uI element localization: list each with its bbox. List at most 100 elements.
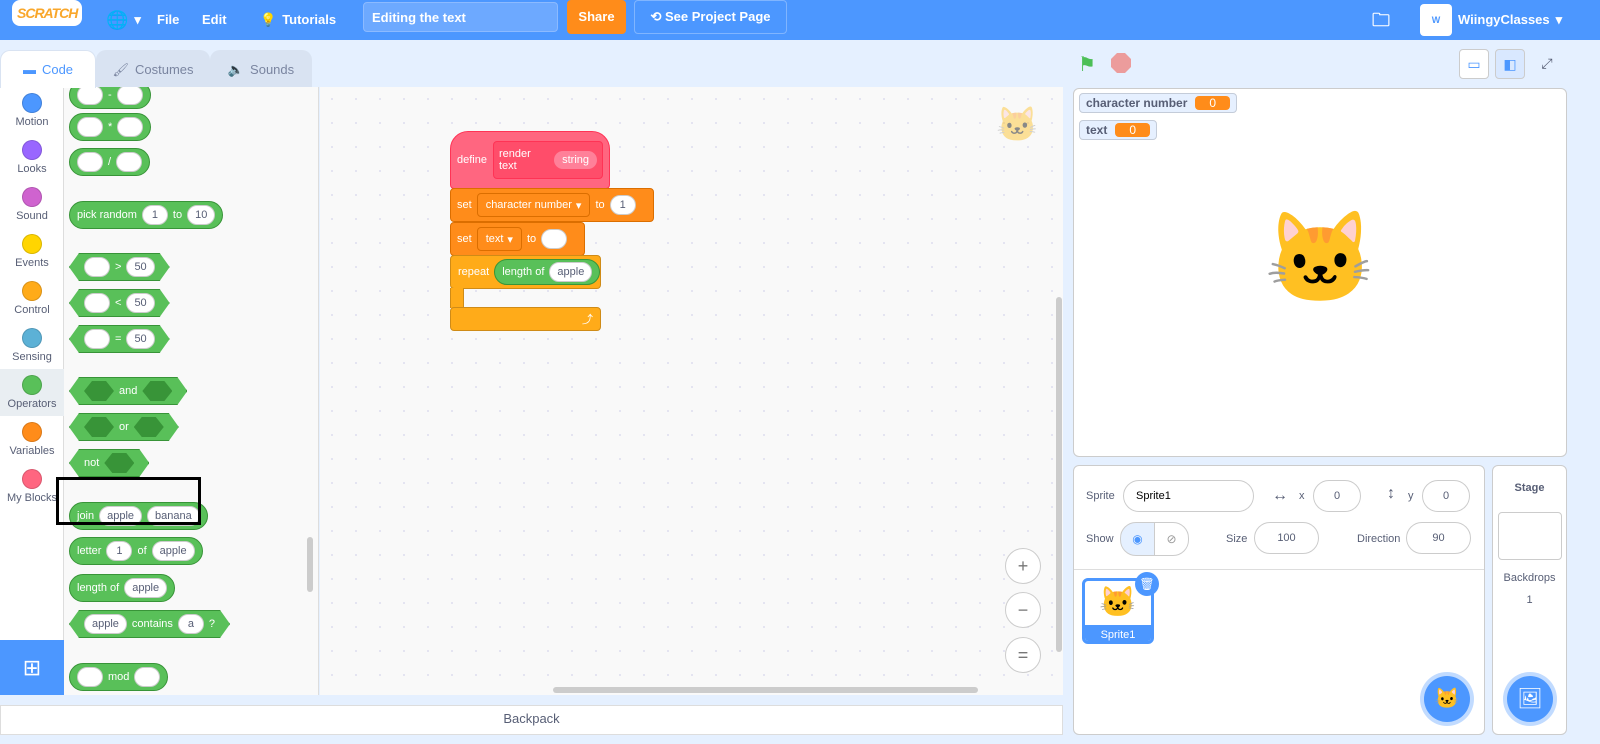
show-hidden-button[interactable]: ⊘ [1154,522,1189,556]
input-slot[interactable]: 10 [187,205,216,225]
input-slot[interactable] [84,329,110,349]
set-variable-block[interactable]: set character number ▾ to 1 [450,188,654,222]
stage[interactable]: character number 0 text 0 🐱 [1073,88,1567,457]
boolean-slot[interactable] [134,417,164,437]
input-slot[interactable]: 1 [141,205,168,225]
input-slot[interactable] [541,229,568,249]
block-greater-than[interactable]: >50 [69,253,170,281]
tab-sounds[interactable]: 🔈 Sounds [210,50,312,88]
block-equals[interactable]: = 50 [69,325,170,353]
input-slot[interactable] [77,152,103,172]
length-of-reporter[interactable]: length of apple [494,259,601,285]
input-slot[interactable]: 1 [106,541,133,561]
tab-code[interactable]: ▬ Code [0,50,96,88]
category-sensing[interactable]: Sensing [0,322,64,369]
tutorials-button[interactable]: 💡 Tutorials [260,0,336,40]
input-slot[interactable]: apple [84,614,127,634]
horizontal-scrollbar[interactable] [553,687,978,693]
x-input[interactable]: 0 [1313,480,1361,512]
stop-icon[interactable] [1111,53,1131,73]
zoom-out-button[interactable]: − [1005,592,1041,628]
direction-input[interactable]: 90 [1406,522,1471,554]
block-divide[interactable]: / [69,148,151,176]
category-control[interactable]: Control [0,275,64,322]
input-slot[interactable] [84,257,110,277]
input-slot[interactable]: 50 [126,329,154,349]
input-slot[interactable] [116,152,143,172]
see-project-page-button[interactable]: ⟲ See Project Page [634,0,787,34]
repeat-block[interactable]: repeat length of apple ⤴ [450,255,601,331]
block-letter-of[interactable]: letter 1 of apple [69,537,203,565]
category-operators[interactable]: Operators [0,369,64,416]
edit-menu[interactable]: Edit [202,0,227,40]
boolean-slot[interactable] [142,381,172,401]
folder-icon[interactable]: 🗀 [1372,0,1390,40]
block-mod[interactable]: mod [69,663,169,691]
block-and[interactable]: and [69,377,187,405]
category-my-blocks[interactable]: My Blocks [0,463,64,510]
input-slot[interactable]: apple [549,262,593,282]
block-multiply[interactable]: * [69,113,152,141]
script-area[interactable]: define render text string set character nu… [320,87,1063,695]
block-subtract[interactable]: - [69,87,151,109]
choose-sprite-button[interactable]: 🐱 [1424,676,1470,722]
add-extension-button[interactable]: ⊞ [0,640,64,695]
account-menu[interactable]: W WiingyClasses ▾ [1420,0,1562,40]
stage-selector[interactable]: Stage Backdrops 1 🖼 [1492,465,1567,735]
show-visible-button[interactable]: ◉ [1120,522,1155,556]
input-slot[interactable] [77,117,103,137]
category-looks[interactable]: Looks [0,134,64,181]
block-length-of[interactable]: length of apple [69,574,176,602]
y-input[interactable]: 0 [1422,480,1470,512]
block-contains[interactable]: apple contains a? [69,610,230,638]
block-not[interactable]: not [69,449,149,477]
boolean-slot[interactable] [84,381,114,401]
variable-dropdown[interactable]: character number ▾ [476,193,591,217]
input-slot[interactable] [117,117,144,137]
vertical-scrollbar[interactable] [1056,297,1062,652]
input-slot[interactable] [116,87,143,105]
input-slot[interactable]: apple [124,578,168,598]
define-block[interactable]: define render text string [450,131,610,189]
variable-dropdown[interactable]: text ▾ [476,227,522,251]
large-stage-button[interactable]: ◧ [1495,49,1525,79]
custom-block-prototype[interactable]: render text string [492,141,603,179]
input-slot[interactable]: 50 [126,293,154,313]
input-slot[interactable] [77,667,103,687]
category-events[interactable]: Events [0,228,64,275]
fullscreen-button[interactable]: ⤢ [1532,49,1562,79]
share-button[interactable]: Share [567,0,626,34]
set-variable-block[interactable]: set text ▾ to [450,222,585,256]
file-menu[interactable]: File [157,0,179,40]
green-flag-icon[interactable]: ⚑ [1078,52,1096,77]
block-pick-random[interactable]: pick random 1 to 10 [69,201,224,229]
project-title-input[interactable] [363,2,558,32]
boolean-slot[interactable] [84,417,114,437]
input-slot[interactable]: a [178,614,204,634]
sprite-name-input[interactable] [1123,480,1254,512]
palette-scrollbar[interactable] [307,537,313,592]
delete-sprite-button[interactable]: 🗑 [1135,572,1159,596]
block-or[interactable]: or [69,413,179,441]
parameter-reporter[interactable]: string [554,151,597,169]
input-slot[interactable] [134,667,161,687]
scratch-logo[interactable]: SCRATCH [12,0,83,26]
choose-backdrop-button[interactable]: 🖼 [1507,676,1553,722]
language-menu[interactable]: 🌐 ▾ [106,0,141,40]
backdrop-thumbnail[interactable] [1497,512,1562,560]
cat-sprite[interactable]: 🐱 [1264,214,1376,304]
boolean-slot[interactable] [104,453,134,473]
size-input[interactable]: 100 [1254,522,1319,554]
input-slot[interactable] [77,87,103,105]
input-slot[interactable] [84,293,110,313]
category-variables[interactable]: Variables [0,416,64,463]
backpack[interactable]: Backpack [0,705,1063,735]
input-slot[interactable]: 50 [126,257,154,277]
input-slot[interactable]: apple [151,541,195,561]
tab-costumes[interactable]: 🖌 Costumes [96,50,210,88]
category-sound[interactable]: Sound [0,181,64,228]
small-stage-button[interactable]: ▭ [1459,49,1489,79]
block-less-than[interactable]: <50 [69,289,170,317]
category-motion[interactable]: Motion [0,87,64,134]
input-slot[interactable]: 1 [609,195,636,215]
